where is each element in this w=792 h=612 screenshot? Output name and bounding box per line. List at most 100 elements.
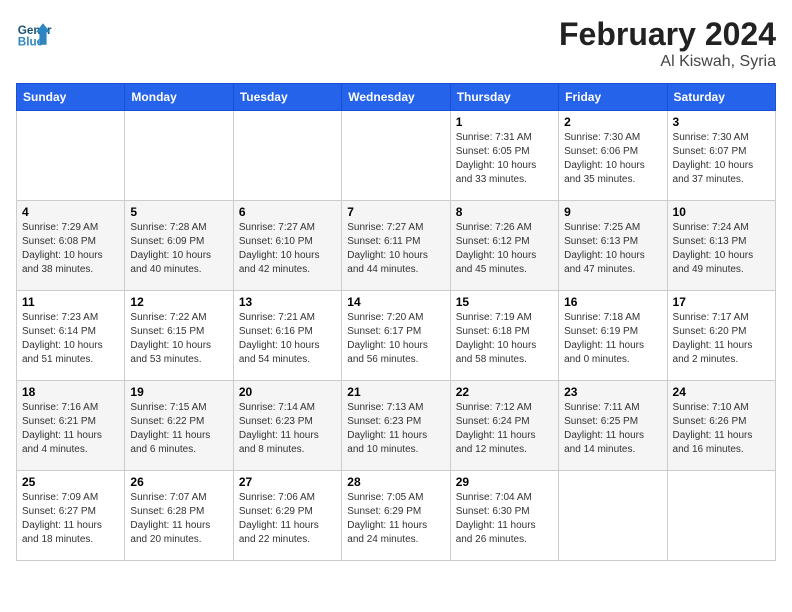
calendar-cell: 5 Sunrise: 7:28 AMSunset: 6:09 PMDaylight… (125, 201, 233, 291)
calendar-cell (233, 111, 341, 201)
calendar-cell (559, 471, 667, 561)
calendar-cell (342, 111, 450, 201)
calendar-cell: 14 Sunrise: 7:20 AMSunset: 6:17 PMDayligh… (342, 291, 450, 381)
calendar-cell: 25 Sunrise: 7:09 AMSunset: 6:27 PMDayligh… (17, 471, 125, 561)
day-info: Sunrise: 7:24 AMSunset: 6:13 PMDaylight:… (673, 221, 770, 277)
weekday-header: Monday (125, 84, 233, 111)
day-info: Sunrise: 7:09 AMSunset: 6:27 PMDaylight:… (22, 491, 119, 547)
day-number: 8 (456, 205, 553, 219)
day-info: Sunrise: 7:19 AMSunset: 6:18 PMDaylight:… (456, 311, 553, 367)
calendar-cell: 6 Sunrise: 7:27 AMSunset: 6:10 PMDaylight… (233, 201, 341, 291)
calendar-week-row: 25 Sunrise: 7:09 AMSunset: 6:27 PMDayligh… (17, 471, 776, 561)
day-number: 15 (456, 295, 553, 309)
day-number: 16 (564, 295, 661, 309)
day-info: Sunrise: 7:05 AMSunset: 6:29 PMDaylight:… (347, 491, 444, 547)
day-info: Sunrise: 7:27 AMSunset: 6:11 PMDaylight:… (347, 221, 444, 277)
weekday-header-row: SundayMondayTuesdayWednesdayThursdayFrid… (17, 84, 776, 111)
calendar-cell: 26 Sunrise: 7:07 AMSunset: 6:28 PMDayligh… (125, 471, 233, 561)
day-info: Sunrise: 7:28 AMSunset: 6:09 PMDaylight:… (130, 221, 227, 277)
calendar-cell: 13 Sunrise: 7:21 AMSunset: 6:16 PMDayligh… (233, 291, 341, 381)
day-info: Sunrise: 7:30 AMSunset: 6:07 PMDaylight:… (673, 131, 770, 187)
weekday-header: Wednesday (342, 84, 450, 111)
calendar-cell: 8 Sunrise: 7:26 AMSunset: 6:12 PMDaylight… (450, 201, 558, 291)
day-number: 6 (239, 205, 336, 219)
day-info: Sunrise: 7:18 AMSunset: 6:19 PMDaylight:… (564, 311, 661, 367)
page-subtitle: Al Kiswah, Syria (559, 53, 776, 71)
day-number: 22 (456, 385, 553, 399)
day-number: 5 (130, 205, 227, 219)
day-number: 25 (22, 475, 119, 489)
day-number: 18 (22, 385, 119, 399)
page-title: February 2024 (559, 16, 776, 53)
day-number: 27 (239, 475, 336, 489)
day-info: Sunrise: 7:16 AMSunset: 6:21 PMDaylight:… (22, 401, 119, 457)
calendar-cell: 16 Sunrise: 7:18 AMSunset: 6:19 PMDayligh… (559, 291, 667, 381)
calendar-cell: 29Sunrise: 7:04 AMSunset: 6:30 PMDayligh… (450, 471, 558, 561)
day-info: Sunrise: 7:25 AMSunset: 6:13 PMDaylight:… (564, 221, 661, 277)
calendar-cell: 28 Sunrise: 7:05 AMSunset: 6:29 PMDayligh… (342, 471, 450, 561)
day-info: Sunrise: 7:29 AMSunset: 6:08 PMDaylight:… (22, 221, 119, 277)
calendar-cell (125, 111, 233, 201)
day-number: 9 (564, 205, 661, 219)
calendar-cell: 17 Sunrise: 7:17 AMSunset: 6:20 PMDayligh… (667, 291, 775, 381)
day-number: 29 (456, 475, 553, 489)
day-info: Sunrise: 7:20 AMSunset: 6:17 PMDaylight:… (347, 311, 444, 367)
weekday-header: Tuesday (233, 84, 341, 111)
day-info: Sunrise: 7:07 AMSunset: 6:28 PMDaylight:… (130, 491, 227, 547)
day-number: 23 (564, 385, 661, 399)
weekday-header: Friday (559, 84, 667, 111)
calendar-cell: 24 Sunrise: 7:10 AMSunset: 6:26 PMDayligh… (667, 381, 775, 471)
day-info: Sunrise: 7:21 AMSunset: 6:16 PMDaylight:… (239, 311, 336, 367)
calendar-cell: 11Sunrise: 7:23 AMSunset: 6:14 PMDayligh… (17, 291, 125, 381)
calendar-cell: 9 Sunrise: 7:25 AMSunset: 6:13 PMDaylight… (559, 201, 667, 291)
calendar-cell: 2 Sunrise: 7:30 AMSunset: 6:06 PMDaylight… (559, 111, 667, 201)
day-info: Sunrise: 7:15 AMSunset: 6:22 PMDaylight:… (130, 401, 227, 457)
calendar-cell: 22 Sunrise: 7:12 AMSunset: 6:24 PMDayligh… (450, 381, 558, 471)
calendar-week-row: 18 Sunrise: 7:16 AMSunset: 6:21 PMDayligh… (17, 381, 776, 471)
calendar-cell: 19 Sunrise: 7:15 AMSunset: 6:22 PMDayligh… (125, 381, 233, 471)
day-number: 20 (239, 385, 336, 399)
day-number: 26 (130, 475, 227, 489)
day-info: Sunrise: 7:14 AMSunset: 6:23 PMDaylight:… (239, 401, 336, 457)
day-info: Sunrise: 7:17 AMSunset: 6:20 PMDaylight:… (673, 311, 770, 367)
calendar-cell: 12 Sunrise: 7:22 AMSunset: 6:15 PMDayligh… (125, 291, 233, 381)
day-number: 13 (239, 295, 336, 309)
calendar-cell: 3 Sunrise: 7:30 AMSunset: 6:07 PMDaylight… (667, 111, 775, 201)
calendar-cell: 23 Sunrise: 7:11 AMSunset: 6:25 PMDayligh… (559, 381, 667, 471)
day-number: 19 (130, 385, 227, 399)
weekday-header: Saturday (667, 84, 775, 111)
day-info: Sunrise: 7:06 AMSunset: 6:29 PMDaylight:… (239, 491, 336, 547)
day-number: 1 (456, 115, 553, 129)
day-number: 7 (347, 205, 444, 219)
day-number: 4 (22, 205, 119, 219)
day-info: Sunrise: 7:11 AMSunset: 6:25 PMDaylight:… (564, 401, 661, 457)
calendar-table: SundayMondayTuesdayWednesdayThursdayFrid… (16, 83, 776, 561)
calendar-week-row: 1 Sunrise: 7:31 AMSunset: 6:05 PMDaylight… (17, 111, 776, 201)
day-info: Sunrise: 7:30 AMSunset: 6:06 PMDaylight:… (564, 131, 661, 187)
calendar-cell: 10Sunrise: 7:24 AMSunset: 6:13 PMDayligh… (667, 201, 775, 291)
calendar-cell: 21Sunrise: 7:13 AMSunset: 6:23 PMDayligh… (342, 381, 450, 471)
calendar-week-row: 11Sunrise: 7:23 AMSunset: 6:14 PMDayligh… (17, 291, 776, 381)
weekday-header: Sunday (17, 84, 125, 111)
day-number: 3 (673, 115, 770, 129)
day-number: 12 (130, 295, 227, 309)
page-header: General Blue February 2024 Al Kiswah, Sy… (16, 16, 776, 71)
day-info: Sunrise: 7:31 AMSunset: 6:05 PMDaylight:… (456, 131, 553, 187)
day-info: Sunrise: 7:12 AMSunset: 6:24 PMDaylight:… (456, 401, 553, 457)
day-info: Sunrise: 7:27 AMSunset: 6:10 PMDaylight:… (239, 221, 336, 277)
day-number: 24 (673, 385, 770, 399)
day-info: Sunrise: 7:10 AMSunset: 6:26 PMDaylight:… (673, 401, 770, 457)
day-number: 17 (673, 295, 770, 309)
weekday-header: Thursday (450, 84, 558, 111)
day-number: 14 (347, 295, 444, 309)
day-number: 11 (22, 295, 119, 309)
day-info: Sunrise: 7:22 AMSunset: 6:15 PMDaylight:… (130, 311, 227, 367)
title-block: February 2024 Al Kiswah, Syria (559, 16, 776, 71)
day-number: 28 (347, 475, 444, 489)
day-info: Sunrise: 7:26 AMSunset: 6:12 PMDaylight:… (456, 221, 553, 277)
calendar-cell (667, 471, 775, 561)
calendar-cell: 27 Sunrise: 7:06 AMSunset: 6:29 PMDayligh… (233, 471, 341, 561)
calendar-week-row: 4 Sunrise: 7:29 AMSunset: 6:08 PMDaylight… (17, 201, 776, 291)
day-number: 2 (564, 115, 661, 129)
calendar-cell: 4 Sunrise: 7:29 AMSunset: 6:08 PMDaylight… (17, 201, 125, 291)
